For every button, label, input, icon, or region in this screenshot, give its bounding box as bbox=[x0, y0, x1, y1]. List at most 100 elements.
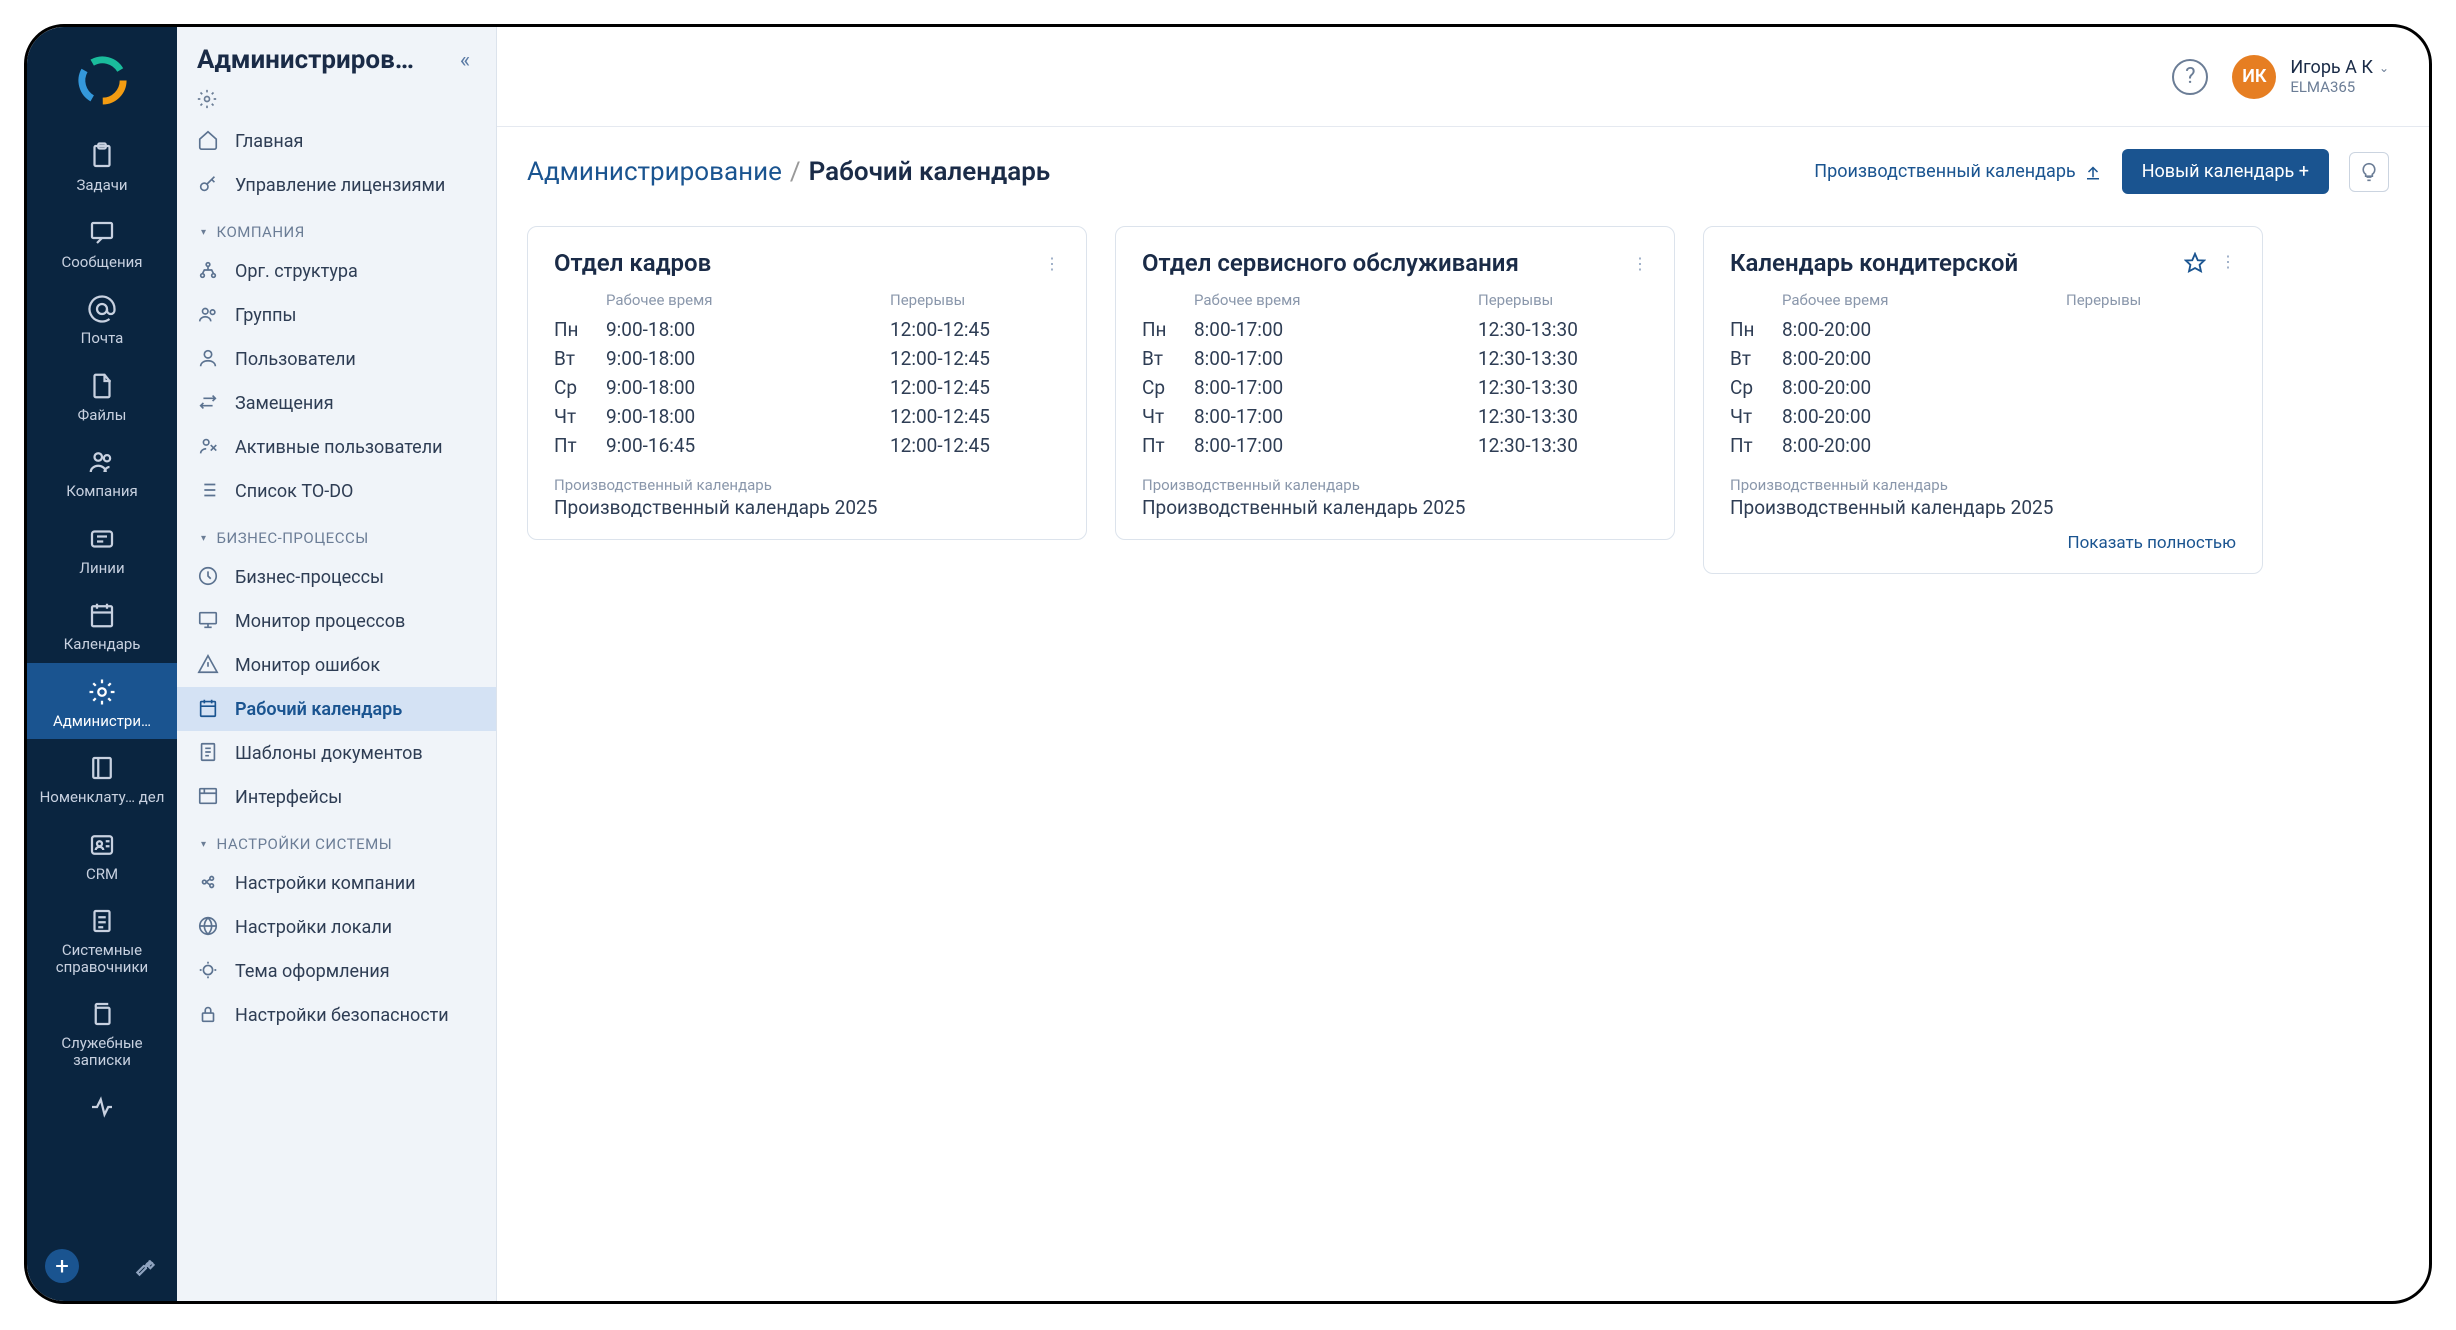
star-icon[interactable] bbox=[2184, 252, 2206, 274]
card-title: Отдел кадров bbox=[554, 249, 711, 277]
list-icon bbox=[197, 479, 221, 503]
sidebar-item-label: Орг. структура bbox=[235, 261, 358, 282]
day-label: Пт bbox=[1142, 434, 1194, 457]
breadcrumb-root[interactable]: Администрирование bbox=[527, 157, 782, 187]
work-hours: 8:00-17:00 bbox=[1194, 347, 1478, 370]
sidebar-item[interactable]: Рабочий календарь bbox=[177, 687, 496, 731]
work-hours: 9:00-16:45 bbox=[606, 434, 890, 457]
sidebar-item-label: Рабочий календарь bbox=[235, 699, 402, 720]
day-label: Чт bbox=[1730, 405, 1782, 428]
sidebar-item[interactable]: Настройки безопасности bbox=[177, 993, 496, 1037]
sidebar-section-header[interactable]: БИЗНЕС-ПРОЦЕССЫ bbox=[177, 513, 496, 555]
schedule-row: Пт8:00-17:0012:30-13:30 bbox=[1142, 431, 1648, 460]
ui-icon bbox=[197, 785, 221, 809]
topbar: ? ИК Игорь А К⌄ ELMA365 bbox=[497, 27, 2429, 127]
rail-item-flow[interactable] bbox=[27, 1078, 177, 1138]
rail-item-at[interactable]: Почта bbox=[27, 280, 177, 357]
more-icon[interactable]: ⋮ bbox=[1632, 254, 1648, 273]
day-label: Пт bbox=[1730, 434, 1782, 457]
rail-item-clipboard[interactable]: Задачи bbox=[27, 127, 177, 204]
work-header: Рабочее время bbox=[606, 291, 890, 309]
work-hours: 8:00-17:00 bbox=[1194, 318, 1478, 341]
rail-add-button[interactable]: + bbox=[45, 1249, 79, 1283]
work-hours: 9:00-18:00 bbox=[606, 347, 890, 370]
rail-item-book[interactable]: Номенклату… дел bbox=[27, 739, 177, 816]
more-icon[interactable]: ⋮ bbox=[1044, 254, 1060, 273]
more-icon[interactable]: ⋮ bbox=[2220, 252, 2236, 274]
work-hours: 9:00-18:00 bbox=[606, 376, 890, 399]
schedule-row: Ср8:00-17:0012:30-13:30 bbox=[1142, 373, 1648, 402]
sidebar-item[interactable]: Настройки локали bbox=[177, 905, 496, 949]
user-org: ELMA365 bbox=[2290, 78, 2389, 96]
break-hours: 12:00-12:45 bbox=[890, 347, 1060, 370]
prod-label: Производственный календарь bbox=[1730, 476, 2236, 494]
sidebar-item[interactable]: Пользователи bbox=[177, 337, 496, 381]
schedule-row: Пн8:00-20:00 bbox=[1730, 315, 2236, 344]
sidebar-item[interactable]: Тема оформления bbox=[177, 949, 496, 993]
sidebar-item[interactable]: Главная bbox=[177, 119, 496, 163]
schedule-row: Чт8:00-20:00 bbox=[1730, 402, 2236, 431]
sidebar-item[interactable]: Настройки компании bbox=[177, 861, 496, 905]
rail-item-gear[interactable]: Администри… bbox=[27, 663, 177, 740]
rail-item-id[interactable]: CRM bbox=[27, 816, 177, 893]
rail-item-doc[interactable]: Системные справочники bbox=[27, 892, 177, 985]
day-label: Пт bbox=[554, 434, 606, 457]
new-calendar-button[interactable]: Новый календарь + bbox=[2122, 149, 2329, 194]
sidebar-item[interactable]: Замещения bbox=[177, 381, 496, 425]
sidebar-section-header[interactable]: НАСТРОЙКИ СИСТЕМЫ bbox=[177, 819, 496, 861]
rail-item-label: Линии bbox=[79, 560, 124, 577]
sidebar-item[interactable]: Шаблоны документов bbox=[177, 731, 496, 775]
sidebar-item[interactable]: Активные пользователи bbox=[177, 425, 496, 469]
prod-value: Производственный календарь 2025 bbox=[1142, 496, 1648, 519]
sidebar-item[interactable]: Бизнес-процессы bbox=[177, 555, 496, 599]
rail-settings-icon[interactable] bbox=[133, 1253, 159, 1279]
main-area: ? ИК Игорь А К⌄ ELMA365 Администрировани… bbox=[497, 27, 2429, 1301]
sidebar-gear-icon[interactable] bbox=[177, 85, 496, 119]
schedule-row: Чт8:00-17:0012:30-13:30 bbox=[1142, 402, 1648, 431]
rail-item-phone[interactable]: Линии bbox=[27, 510, 177, 587]
prod-label: Производственный календарь bbox=[554, 476, 1060, 494]
calendar-card: Отдел кадров ⋮ Рабочее времяПерерывы Пн9… bbox=[527, 226, 1087, 540]
rail-item-file[interactable]: Файлы bbox=[27, 357, 177, 434]
docs-icon bbox=[85, 997, 119, 1031]
prod-value: Производственный календарь 2025 bbox=[554, 496, 1060, 519]
file-icon bbox=[85, 369, 119, 403]
card-title: Календарь кондитерской bbox=[1730, 249, 2018, 277]
sidebar-section-header[interactable]: КОМПАНИЯ bbox=[177, 207, 496, 249]
sidebar-item[interactable]: Интерфейсы bbox=[177, 775, 496, 819]
sidebar-item[interactable]: Группы bbox=[177, 293, 496, 337]
rail-item-label: Системные справочники bbox=[31, 942, 173, 975]
sidebar-item[interactable]: Список TO-DO bbox=[177, 469, 496, 513]
lightbulb-button[interactable] bbox=[2349, 152, 2389, 192]
user-menu[interactable]: ИК Игорь А К⌄ ELMA365 bbox=[2232, 55, 2389, 99]
day-label: Вт bbox=[1730, 347, 1782, 370]
sidebar-item[interactable]: Орг. структура bbox=[177, 249, 496, 293]
at-icon bbox=[85, 292, 119, 326]
rail-item-label: Почта bbox=[81, 330, 124, 347]
app-logo bbox=[67, 45, 137, 115]
break-hours: 12:30-13:30 bbox=[1478, 347, 1648, 370]
work-hours: 8:00-20:00 bbox=[1782, 376, 2066, 399]
clipboard-icon bbox=[85, 139, 119, 173]
schedule-row: Вт9:00-18:0012:00-12:45 bbox=[554, 344, 1060, 373]
sidebar-item-label: Группы bbox=[235, 305, 297, 326]
rail-item-calendar[interactable]: Календарь bbox=[27, 586, 177, 663]
sidebar-item-label: Настройки компании bbox=[235, 873, 416, 894]
rail-item-docs[interactable]: Служебные записки bbox=[27, 985, 177, 1078]
show-full-link[interactable]: Показать полностью bbox=[2067, 533, 2236, 553]
sidebar-item[interactable]: Управление лицензиями bbox=[177, 163, 496, 207]
day-label: Ср bbox=[1142, 376, 1194, 399]
sidebar-collapse-button[interactable]: « bbox=[450, 45, 480, 75]
sidebar-item-label: Интерфейсы bbox=[235, 787, 342, 808]
help-button[interactable]: ? bbox=[2172, 59, 2208, 95]
break-hours: 12:30-13:30 bbox=[1478, 434, 1648, 457]
monitor-icon bbox=[197, 609, 221, 633]
schedule-row: Пт8:00-20:00 bbox=[1730, 431, 2236, 460]
rail-item-label: Календарь bbox=[64, 636, 141, 653]
production-calendar-link[interactable]: Производственный календарь bbox=[1814, 161, 2101, 182]
rail-item-chat[interactable]: Сообщения bbox=[27, 204, 177, 281]
work-hours: 8:00-17:00 bbox=[1194, 376, 1478, 399]
sidebar-item[interactable]: Монитор ошибок bbox=[177, 643, 496, 687]
sidebar-item[interactable]: Монитор процессов bbox=[177, 599, 496, 643]
rail-item-users[interactable]: Компания bbox=[27, 433, 177, 510]
